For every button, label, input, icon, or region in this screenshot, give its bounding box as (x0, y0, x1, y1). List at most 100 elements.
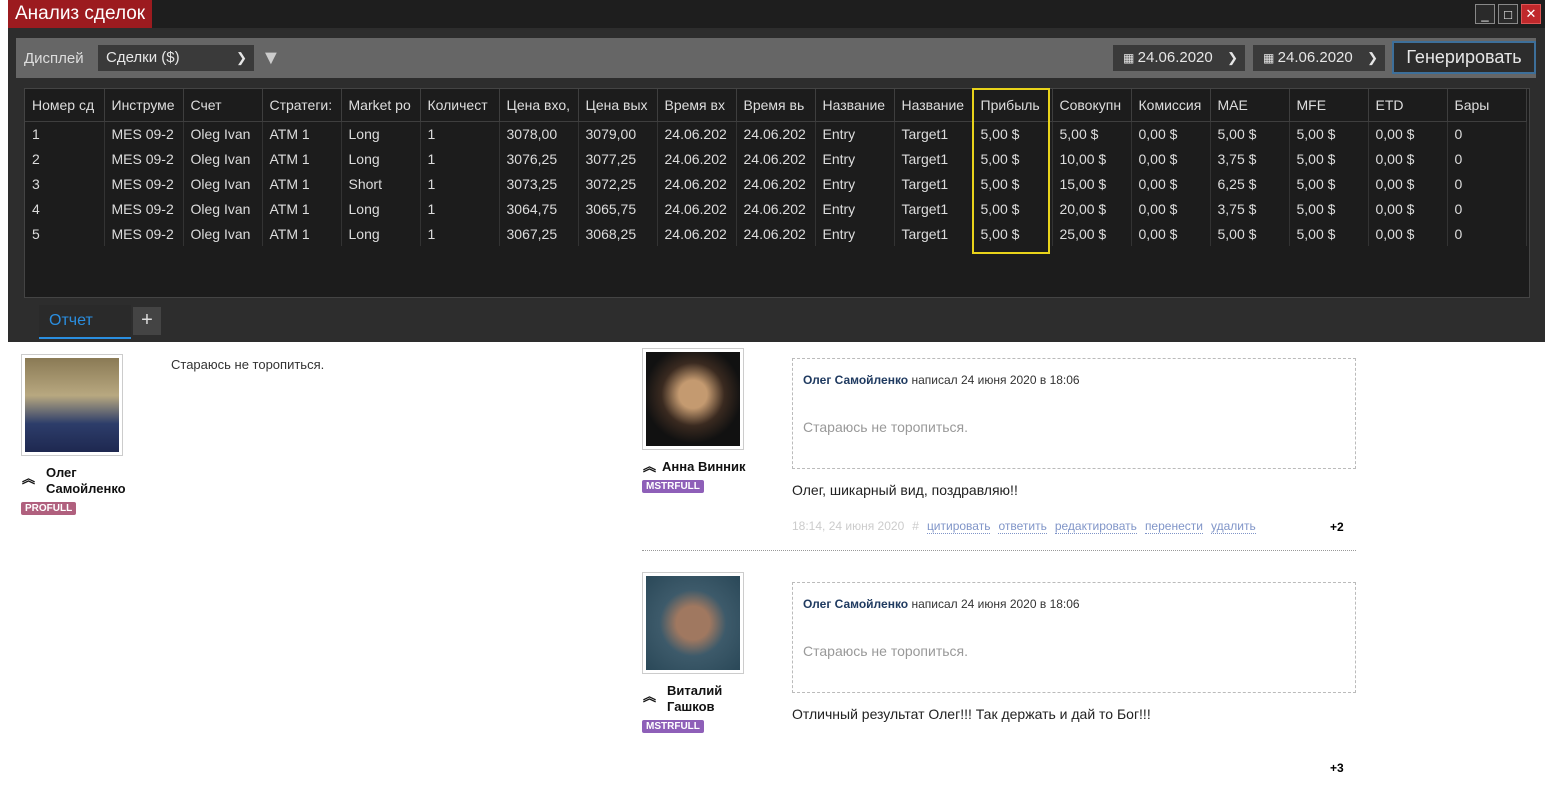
quote-block: Олег Самойленко написал 24 июня 2020 в 1… (792, 582, 1356, 693)
table-cell: 3065,75 (578, 196, 658, 221)
column-header[interactable]: Количест (420, 89, 500, 122)
quote-header: Олег Самойленко написал 24 июня 2020 в 1… (803, 373, 1080, 387)
delete-link[interactable]: удалить (1210, 519, 1256, 534)
edit-link[interactable]: редактировать (1054, 519, 1137, 534)
maximize-button[interactable]: □ (1498, 4, 1518, 24)
minimize-button[interactable]: _ (1475, 4, 1495, 24)
quote-link[interactable]: цитировать (926, 519, 991, 534)
column-header[interactable]: ETD (1368, 89, 1448, 122)
column-header[interactable]: Market po (341, 89, 421, 122)
tab-report[interactable]: Отчет (39, 305, 131, 339)
date-to-picker[interactable]: ▦ 24.06.2020 ❯ (1253, 45, 1385, 71)
author-name[interactable]: ︽ Анна Винник (643, 459, 746, 475)
column-header[interactable]: Цена вых (578, 89, 658, 122)
table-cell: 3076,25 (499, 146, 579, 171)
status-badge: MSTRFULL (642, 480, 704, 493)
table-cell: 0,00 $ (1368, 196, 1448, 221)
table-cell: Long (341, 146, 421, 171)
quote-block: Олег Самойленко написал 24 июня 2020 в 1… (792, 358, 1356, 469)
table-cell: 0,00 $ (1368, 121, 1448, 146)
column-header[interactable]: Название (815, 89, 895, 122)
quote-text: Стараюсь не торопиться. (803, 419, 969, 435)
table-cell: 0,00 $ (1131, 146, 1211, 171)
column-header[interactable]: MAE (1210, 89, 1290, 122)
table-cell: 5,00 $ (1289, 146, 1369, 171)
table-cell: Oleg Ivan (183, 121, 263, 146)
table-row[interactable]: 5 MES 09-2 Oleg Ivan ATM 1 Long 1 3067,25 3068,… (25, 221, 1527, 246)
table-cell: 5,00 $ (1289, 221, 1369, 246)
table-cell: 5,00 $ (1289, 196, 1369, 221)
avatar[interactable] (21, 354, 123, 456)
comment-score: +3 (1330, 761, 1344, 775)
reply-link[interactable]: ответить (998, 519, 1047, 534)
table-row[interactable]: 3 MES 09-2 Oleg Ivan ATM 1 Short 1 3073,25 3072… (25, 171, 1527, 196)
table-cell: 3068,25 (578, 221, 658, 246)
table-cell: Entry (815, 146, 895, 171)
table-cell: Oleg Ivan (183, 196, 263, 221)
author-name[interactable]: ︽ Олег Самойленко (22, 465, 146, 497)
table-cell: Target1 (894, 221, 974, 246)
column-header[interactable]: Комиссия (1131, 89, 1211, 122)
column-header[interactable]: Время вь (736, 89, 816, 122)
avatar[interactable] (642, 348, 744, 450)
column-header[interactable]: Стратеги: (262, 89, 342, 122)
avatar[interactable] (642, 572, 744, 674)
add-tab-button[interactable]: + (133, 307, 161, 335)
comment-text: Олег, шикарный вид, поздравляю!! (792, 482, 1018, 498)
move-link[interactable]: перенести (1144, 519, 1203, 534)
table-cell: 1 (420, 121, 500, 146)
column-header[interactable]: Прибыль (973, 89, 1053, 122)
table-cell: 5,00 $ (973, 196, 1053, 221)
table-row[interactable]: 2 MES 09-2 Oleg Ivan ATM 1 Long 1 3076,25 3077,… (25, 146, 1527, 171)
column-header[interactable]: MFE (1289, 89, 1369, 122)
table-cell: 5,00 $ (973, 171, 1053, 196)
table-cell: 25,00 $ (1052, 221, 1132, 246)
column-header[interactable]: Цена вхо, (499, 89, 579, 122)
column-header[interactable]: Совокупн (1052, 89, 1132, 122)
table-cell: MES 09-2 (104, 171, 184, 196)
table-row[interactable]: 1 MES 09-2 Oleg Ivan ATM 1 Long 1 3078,00 3079,… (25, 121, 1527, 146)
close-button[interactable]: ✕ (1521, 4, 1541, 24)
table-cell: 1 (25, 121, 105, 146)
table-cell: Long (341, 221, 421, 246)
table-cell: Oleg Ivan (183, 146, 263, 171)
table-cell: 24.06.202 (657, 221, 737, 246)
permalink[interactable]: # (912, 519, 919, 534)
table-cell: 3,75 $ (1210, 196, 1290, 221)
table-cell: 24.06.202 (736, 221, 816, 246)
table-cell: 5,00 $ (1210, 221, 1290, 246)
generate-button[interactable]: Генерировать (1392, 41, 1536, 74)
table-cell: 3073,25 (499, 171, 579, 196)
table-cell: 3079,00 (578, 121, 658, 146)
display-select[interactable]: Сделки ($) ❯ (98, 45, 254, 71)
table-cell: 3064,75 (499, 196, 579, 221)
table-cell: 24.06.202 (736, 196, 816, 221)
table-cell: ATM 1 (262, 196, 342, 221)
table-cell: 2 (25, 146, 105, 171)
table-cell: 0 (1447, 171, 1527, 196)
table-cell: 24.06.202 (657, 171, 737, 196)
table-cell: Target1 (894, 146, 974, 171)
column-header[interactable]: Инструме (104, 89, 184, 122)
table-cell: Entry (815, 196, 895, 221)
quote-author[interactable]: Олег Самойленко (803, 373, 908, 387)
table-cell: 5,00 $ (1289, 121, 1369, 146)
table-row[interactable]: 4 MES 09-2 Oleg Ivan ATM 1 Long 1 3064,75 3065,… (25, 196, 1527, 221)
column-header[interactable]: Номер сд (25, 89, 105, 122)
table-cell: MES 09-2 (104, 196, 184, 221)
column-header[interactable]: Бары (1447, 89, 1527, 122)
filter-icon[interactable]: ▼ (261, 47, 281, 70)
column-header[interactable]: Счет (183, 89, 263, 122)
column-header[interactable]: Название (894, 89, 974, 122)
chevron-down-icon: ❯ (236, 50, 247, 65)
trade-analysis-window: Анализ сделок _ □ ✕ Дисплей Сделки ($) ❯ … (8, 0, 1545, 342)
date-from-picker[interactable]: ▦ 24.06.2020 ❯ (1113, 45, 1245, 71)
table-cell: 5,00 $ (1289, 171, 1369, 196)
table-cell: MES 09-2 (104, 121, 184, 146)
rank-icon: ︽ (643, 459, 657, 474)
table-cell: 24.06.202 (657, 196, 737, 221)
quote-author[interactable]: Олег Самойленко (803, 597, 908, 611)
table-cell: Oleg Ivan (183, 171, 263, 196)
author-name[interactable]: ︽ Виталий Гашков (643, 683, 747, 715)
column-header[interactable]: Время вх (657, 89, 737, 122)
